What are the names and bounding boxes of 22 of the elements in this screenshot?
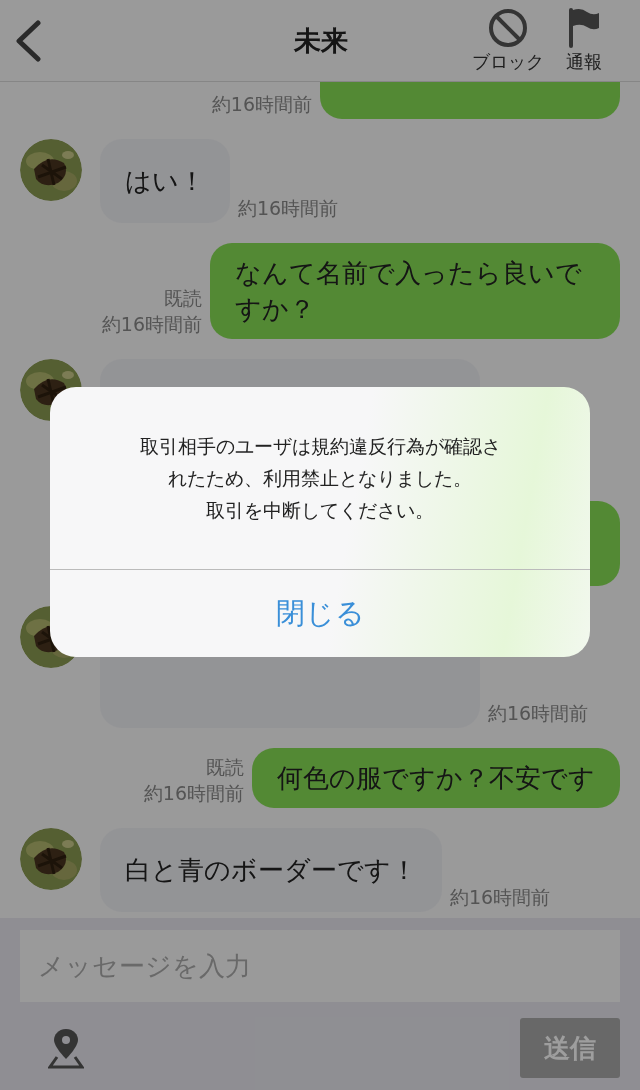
alert-message: 取引を中断してください。 xyxy=(205,498,435,523)
close-button[interactable]: 閉じる xyxy=(50,569,590,657)
timestamp: 約16時間前 xyxy=(143,781,244,806)
timestamp: 約16時間前 xyxy=(450,885,551,910)
message-bubble: はい！ xyxy=(100,139,230,223)
block-icon xyxy=(488,7,528,48)
block-button[interactable]: ブロック xyxy=(472,7,544,74)
timestamp: 約16時間前 xyxy=(211,92,312,117)
report-button[interactable]: 通報 xyxy=(566,7,602,74)
timestamp: 約16時間前 xyxy=(488,701,589,726)
timestamp: 約16時間前 xyxy=(238,196,339,221)
back-icon xyxy=(14,19,42,62)
message-bubble: 何色の服ですか？不安です xyxy=(252,748,620,808)
flag-icon xyxy=(567,7,601,48)
chat-title: 未来 xyxy=(293,23,349,58)
location-pin-icon xyxy=(48,1027,84,1069)
alert-message: 取引相手のユーザは規約違反行為が確認されたため、利用禁止となりました。 xyxy=(138,434,502,491)
read-label: 既読 xyxy=(206,755,244,780)
message-bubble: なんて名前で入ったら良いですか？ xyxy=(210,243,620,339)
timestamp: 約16時間前 xyxy=(101,312,202,337)
message-bubble: 白と青のボーダーです！ xyxy=(100,828,442,912)
read-label: 既読 xyxy=(164,286,202,311)
